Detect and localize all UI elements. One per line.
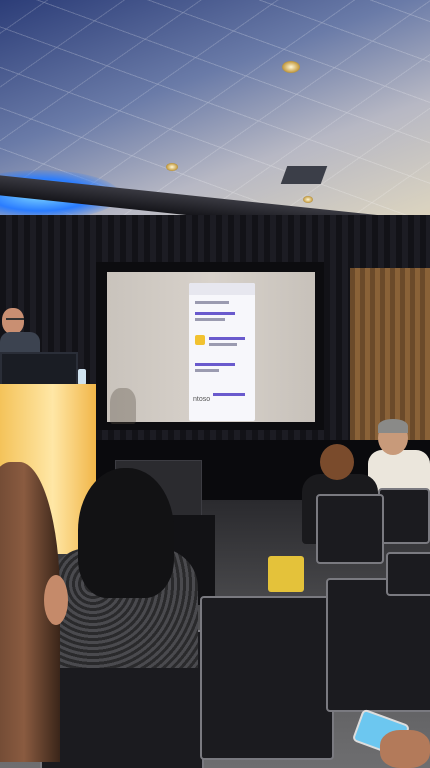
- yellow-bag: [268, 556, 304, 592]
- projected-text-line: [195, 301, 229, 304]
- presenter: [0, 308, 40, 358]
- audience-chair: [378, 488, 430, 544]
- audience-man-hair: [378, 419, 408, 433]
- audience-chair: [326, 578, 430, 712]
- water-bottle: [78, 369, 86, 385]
- presenter-shadow: [110, 388, 136, 424]
- audience-woman-head: [320, 444, 354, 480]
- audience-chair: [386, 552, 430, 596]
- glasses: [6, 318, 24, 324]
- foreground-person-ear: [44, 575, 68, 625]
- projected-thumbnail: [195, 335, 205, 345]
- hand: [380, 730, 430, 768]
- presenter-head: [2, 308, 24, 334]
- ceiling-light: [166, 163, 178, 171]
- projected-list-title: [195, 312, 235, 315]
- projected-logo: ntoso: [193, 396, 211, 403]
- audience-woman-front-hair: [78, 468, 174, 598]
- projected-list-title: [213, 393, 245, 396]
- projected-phone-app: ntoso: [189, 283, 255, 421]
- projected-list-title: [195, 363, 235, 366]
- projected-text-line: [195, 369, 219, 372]
- ceiling-light: [303, 196, 313, 203]
- audience-chair: [316, 494, 384, 564]
- conference-photo: ntoso: [0, 0, 430, 768]
- projected-app-header: [189, 283, 255, 295]
- podium-monitor: [0, 352, 78, 386]
- projected-text-line: [195, 318, 225, 321]
- projected-text-line: [209, 343, 237, 346]
- ceiling-light: [282, 61, 300, 73]
- ceiling-vent: [280, 166, 328, 184]
- projected-list-title: [209, 337, 245, 340]
- audience-chair: [200, 596, 334, 760]
